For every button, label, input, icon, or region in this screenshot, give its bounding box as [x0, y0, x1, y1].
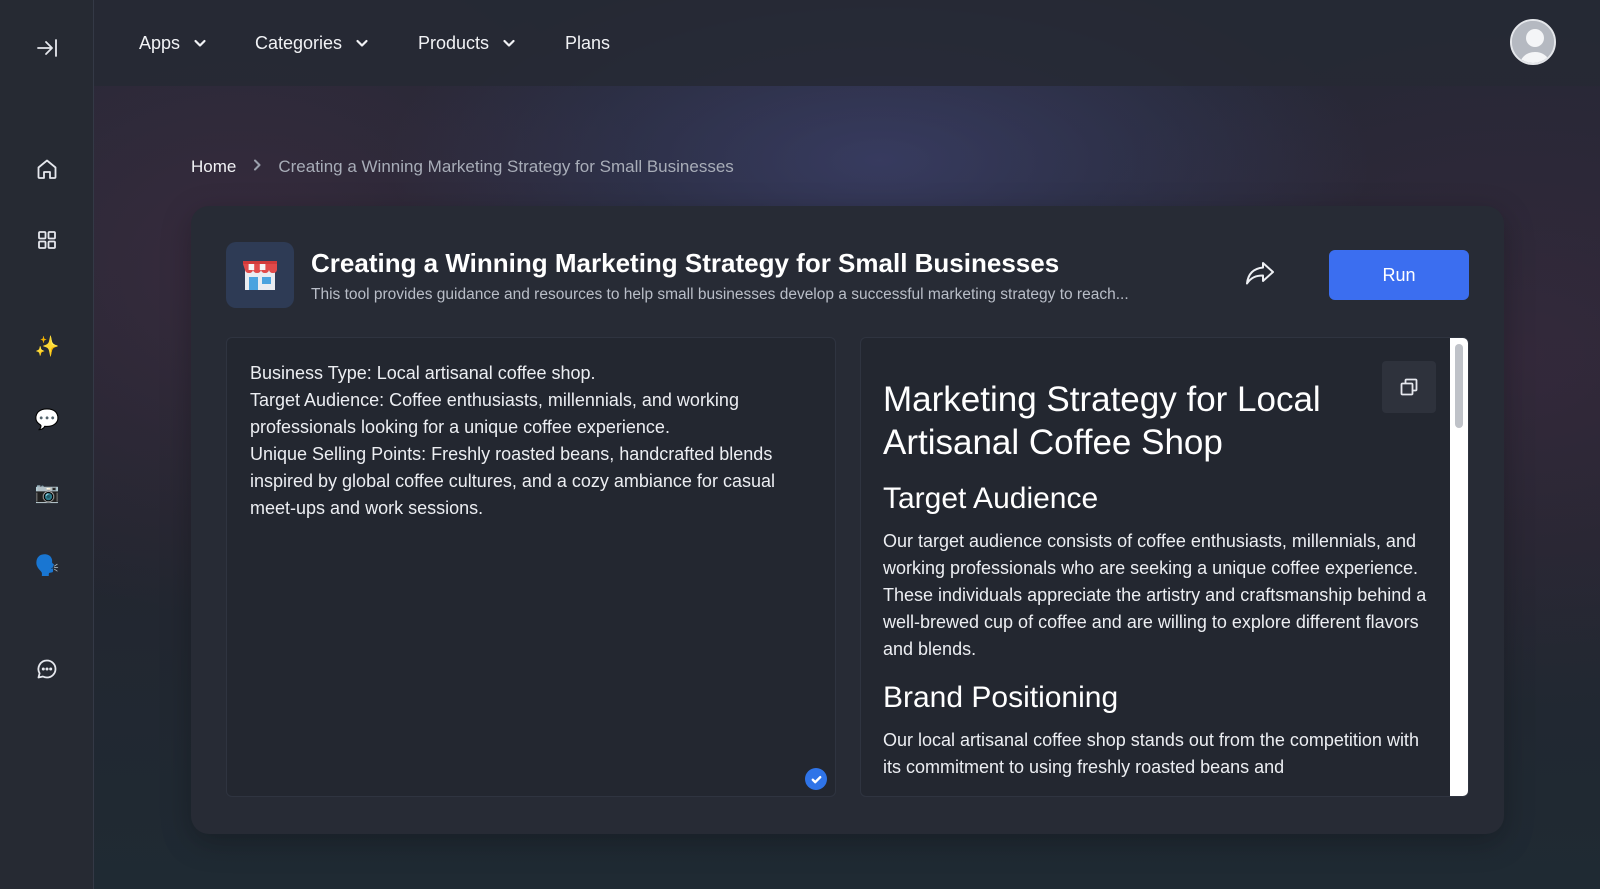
- nav-categories[interactable]: Categories: [255, 30, 370, 56]
- home-icon: [37, 159, 57, 179]
- output-heading: Marketing Strategy for Local Artisanal C…: [883, 380, 1321, 462]
- tool-title: Creating a Winning Marketing Strategy fo…: [311, 248, 1060, 278]
- chevron-down-icon: [356, 39, 368, 47]
- nav-plans[interactable]: Plans: [565, 30, 610, 56]
- collapse-icon: [37, 39, 57, 57]
- output-paragraph: Our local artisanal coffee shop stands o…: [883, 730, 1419, 777]
- chat-icon: [37, 659, 57, 679]
- input-text[interactable]: Business Type: Local artisanal coffee sh…: [250, 360, 810, 522]
- sidebar-item-home[interactable]: [27, 149, 67, 189]
- sidebar-item-voice[interactable]: 🗣️: [27, 545, 67, 585]
- camera-icon: 📷: [34, 480, 60, 504]
- output-section-heading: Target Audience: [883, 482, 1099, 515]
- nav-products-label: Products: [418, 32, 490, 53]
- grid-icon: [38, 231, 56, 249]
- output-scrollbar[interactable]: [1450, 338, 1468, 796]
- top-nav: Apps Categories Products Plans: [94, 0, 1600, 86]
- check-badge: [805, 768, 827, 790]
- nav-products[interactable]: Products: [418, 30, 517, 56]
- chevron-right-icon: [250, 157, 264, 177]
- collapse-sidebar-button[interactable]: [27, 28, 67, 68]
- sidebar: ✨ 💬 📷 🗣️: [0, 0, 94, 889]
- output-section-heading: Brand Positioning: [883, 681, 1119, 714]
- tool-icon-tile: [226, 242, 294, 308]
- chevron-down-icon: [194, 39, 206, 47]
- copy-icon: [1400, 378, 1418, 396]
- nav-apps[interactable]: Apps: [139, 30, 208, 56]
- run-button[interactable]: Run: [1329, 250, 1469, 300]
- sidebar-item-sparkles[interactable]: ✨: [27, 326, 67, 366]
- share-button[interactable]: [1240, 254, 1280, 294]
- speech-bubble-icon: 💬: [34, 407, 60, 431]
- breadcrumb-home[interactable]: Home: [191, 157, 236, 177]
- speaking-head-icon: 🗣️: [34, 553, 60, 577]
- sidebar-item-camera[interactable]: 📷: [27, 472, 67, 512]
- chevron-down-icon: [503, 39, 515, 47]
- scrollbar-thumb[interactable]: [1455, 344, 1463, 428]
- app-root: ✨ 💬 📷 🗣️ Apps Categories Products Plans …: [0, 0, 1600, 889]
- sparkles-icon: ✨: [34, 334, 60, 358]
- nav-apps-label: Apps: [139, 32, 181, 53]
- input-panel[interactable]: Business Type: Local artisanal coffee sh…: [226, 337, 836, 797]
- breadcrumb: Home Creating a Winning Marketing Strate…: [191, 155, 734, 179]
- sidebar-item-apps[interactable]: [27, 220, 67, 260]
- store-icon: [243, 261, 277, 290]
- nav-plans-label: Plans: [565, 32, 611, 53]
- sidebar-item-chat[interactable]: [27, 649, 67, 689]
- copy-button[interactable]: [1382, 361, 1436, 413]
- sidebar-item-speech[interactable]: 💬: [27, 399, 67, 439]
- user-avatar[interactable]: [1510, 19, 1556, 65]
- share-icon: [1246, 262, 1274, 285]
- tool-description: This tool provides guidance and resource…: [311, 286, 1129, 303]
- nav-categories-label: Categories: [255, 32, 343, 53]
- output-paragraph: Our target audience consists of coffee e…: [883, 531, 1427, 659]
- breadcrumb-current: Creating a Winning Marketing Strategy fo…: [278, 157, 734, 176]
- checkmark-icon: [811, 775, 821, 783]
- output-panel: Marketing Strategy for Local Artisanal C…: [860, 337, 1469, 797]
- output-content: Marketing Strategy for Local Artisanal C…: [861, 338, 1452, 796]
- tool-card: Creating a Winning Marketing Strategy fo…: [191, 206, 1504, 834]
